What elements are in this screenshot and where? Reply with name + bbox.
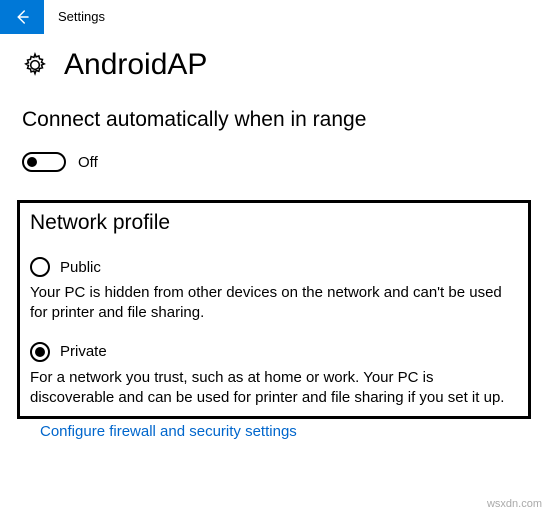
radio-public[interactable]: Public (30, 257, 518, 277)
network-header: AndroidAP (22, 48, 526, 82)
radio-label-public: Public (60, 259, 101, 276)
radio-label-private: Private (60, 343, 107, 360)
radio-desc-private: For a network you trust, such as at home… (30, 368, 518, 409)
network-name: AndroidAP (64, 48, 207, 82)
radio-private[interactable]: Private (30, 342, 518, 362)
auto-connect-toggle[interactable] (22, 152, 66, 172)
firewall-settings-link[interactable]: Configure firewall and security settings (40, 423, 526, 440)
titlebar: Settings (0, 0, 548, 34)
radio-circle-icon (30, 342, 50, 362)
window-title: Settings (58, 9, 105, 24)
network-profile-heading: Network profile (30, 211, 518, 235)
gear-icon (22, 52, 48, 78)
radio-desc-public: Your PC is hidden from other devices on … (30, 283, 518, 324)
back-arrow-icon (13, 8, 31, 26)
watermark: wsxdn.com (487, 498, 542, 510)
network-profile-section: Network profile Public Your PC is hidden… (17, 200, 531, 419)
toggle-state-label: Off (78, 154, 98, 171)
auto-connect-heading: Connect automatically when in range (22, 108, 526, 132)
radio-dot-icon (35, 347, 45, 357)
radio-circle-icon (30, 257, 50, 277)
back-button[interactable] (0, 0, 44, 34)
